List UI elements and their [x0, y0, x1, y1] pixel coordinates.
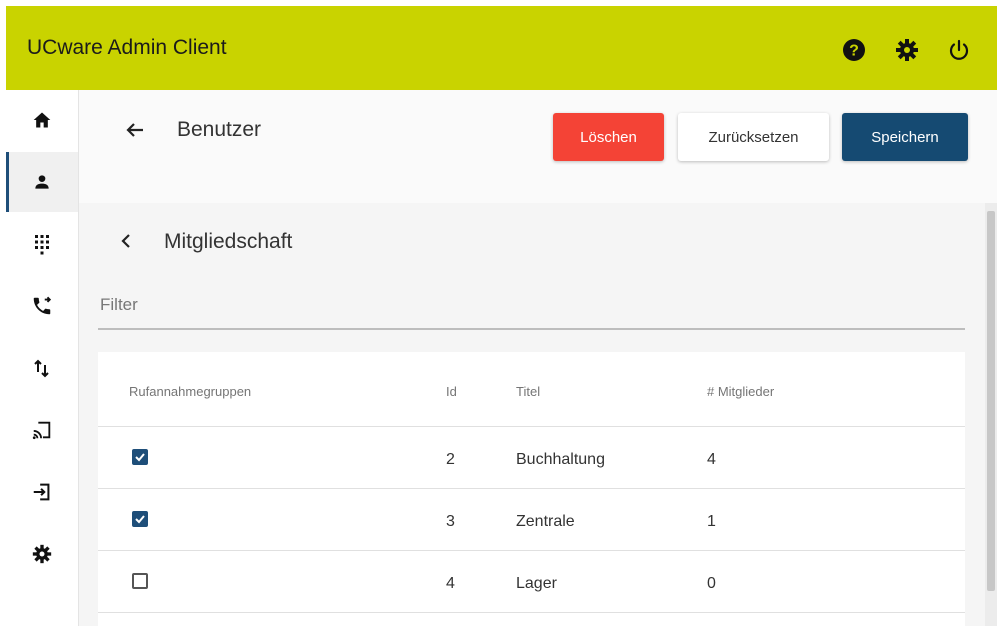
save-button[interactable]: Speichern	[842, 113, 968, 161]
section-title: Mitgliedschaft	[164, 230, 293, 253]
sidebar-item-settings[interactable]	[6, 524, 78, 584]
svg-text:?: ?	[849, 43, 859, 60]
row-members: 1	[707, 513, 716, 530]
column-header-title: Titel	[516, 384, 541, 399]
row-title: Buchhaltung	[516, 451, 605, 468]
row-title: Zentrale	[516, 513, 575, 530]
main-content: Benutzer Löschen Zurücksetzen Speichern …	[79, 90, 997, 626]
sidebar	[6, 90, 79, 626]
row-title: Lager	[516, 575, 557, 592]
row-checkbox[interactable]	[132, 511, 148, 527]
sidebar-item-dialpad[interactable]	[6, 214, 78, 274]
table-row[interactable]: 4 Lager 0	[98, 550, 965, 613]
row-checkbox[interactable]	[132, 449, 148, 465]
back-arrow-icon[interactable]	[123, 118, 147, 147]
phone-forward-icon	[33, 296, 52, 315]
column-header-members: # Mitglieder	[707, 384, 775, 399]
dialpad-icon	[35, 235, 49, 255]
check-icon	[135, 453, 145, 462]
reset-button[interactable]: Zurücksetzen	[678, 113, 829, 161]
page-title: Benutzer	[177, 118, 262, 141]
row-id: 3	[446, 513, 455, 530]
table-row[interactable]: 3 Zentrale 1	[98, 488, 965, 551]
cast-icon	[32, 421, 51, 440]
column-header-id: Id	[446, 384, 457, 399]
row-members: 0	[707, 575, 716, 592]
row-members: 4	[707, 451, 716, 468]
app-title: UCware Admin Client	[27, 36, 227, 59]
swap-vertical-icon	[34, 359, 49, 378]
vertical-scrollbar[interactable]	[985, 203, 997, 626]
sidebar-item-transfer[interactable]	[6, 338, 78, 398]
column-header-groups: Rufannahmegruppen	[129, 384, 252, 399]
row-id: 2	[446, 451, 455, 468]
row-id: 4	[446, 575, 455, 592]
delete-button[interactable]: Löschen	[553, 113, 664, 161]
table-row-partial	[98, 612, 965, 626]
check-icon	[135, 515, 145, 524]
help-icon[interactable]: ?	[841, 37, 867, 63]
settings-gear-icon[interactable]	[894, 37, 920, 63]
scrollbar-thumb[interactable]	[987, 211, 995, 591]
filter-field	[98, 286, 969, 330]
filter-input[interactable]	[98, 294, 969, 316]
row-checkbox[interactable]	[132, 573, 148, 589]
sidebar-item-users[interactable]	[6, 152, 78, 212]
power-icon[interactable]	[946, 37, 972, 63]
sidebar-item-login[interactable]	[6, 462, 78, 522]
sidebar-item-call-forward[interactable]	[6, 276, 78, 336]
user-icon	[35, 175, 49, 189]
home-icon	[33, 112, 51, 128]
chevron-left-icon[interactable]	[119, 232, 133, 255]
app-bar: UCware Admin Client ?	[6, 6, 997, 90]
sidebar-item-cast[interactable]	[6, 400, 78, 460]
gear-icon	[32, 544, 52, 564]
table-row[interactable]: 2 Buchhaltung 4	[98, 426, 965, 489]
login-icon	[33, 483, 50, 501]
sidebar-item-home[interactable]	[6, 90, 78, 150]
membership-table: Rufannahmegruppen Id Titel # Mitglieder …	[98, 352, 965, 626]
